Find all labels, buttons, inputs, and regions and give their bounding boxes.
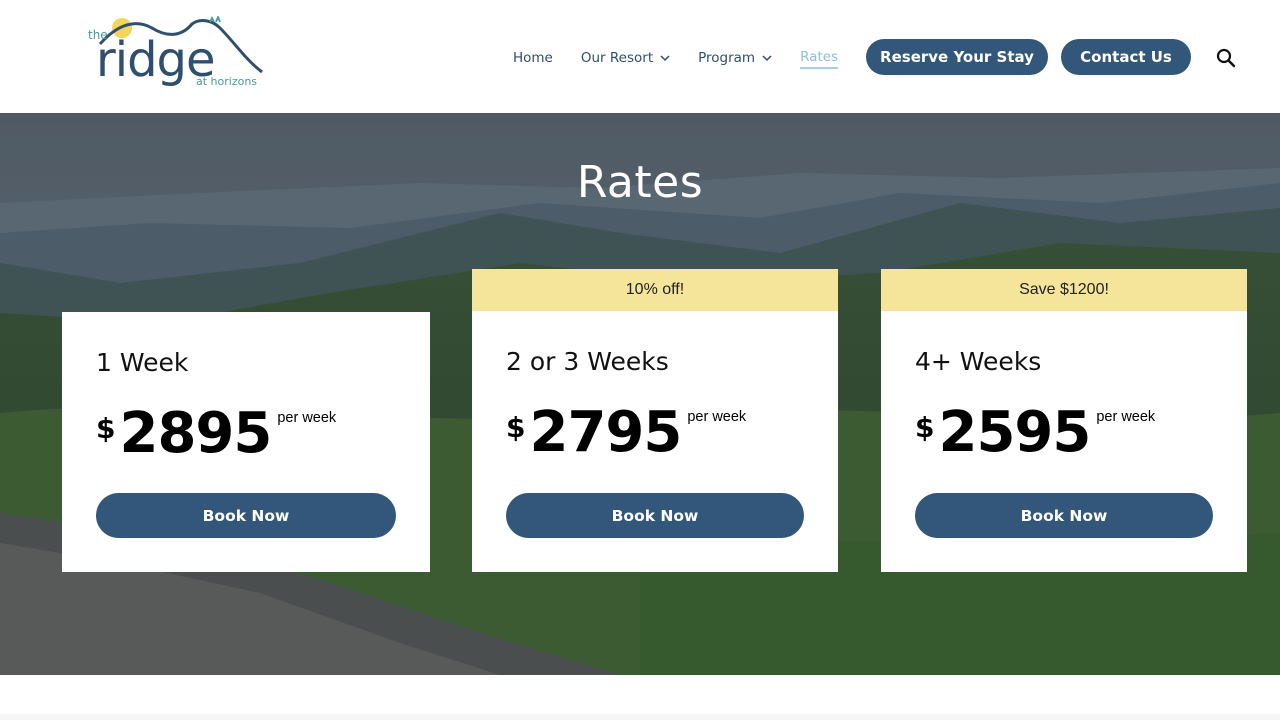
site-logo[interactable]: the ridge at horizons — [86, 14, 266, 90]
book-now-button[interactable]: Book Now — [915, 493, 1213, 538]
nav-item-program[interactable]: Program — [698, 50, 772, 66]
chevron-down-icon — [660, 55, 670, 62]
discount-banner: 10% off! — [472, 269, 838, 311]
nav-item-our-resort[interactable]: Our Resort — [581, 50, 670, 66]
nav-item-label: Rates — [800, 49, 839, 65]
price-unit: per week — [277, 410, 337, 426]
pricing-card-2-3-weeks: 10% off! 2 or 3 Weeks $ 2795 per week Bo… — [472, 269, 838, 572]
nav-item-rates[interactable]: Rates — [800, 49, 839, 69]
nav-item-label: Program — [698, 50, 756, 66]
ridge-logo-mark: the ridge at horizons — [88, 14, 263, 88]
site-header: the ridge at horizons Home Our Resort Pr… — [0, 0, 1280, 113]
currency-symbol: $ — [506, 411, 526, 444]
search-icon[interactable] — [1216, 48, 1236, 68]
book-now-button[interactable]: Book Now — [506, 493, 804, 538]
discount-banner: Save $1200! — [881, 269, 1247, 311]
pricing-card-1-week: 1 Week $ 2895 per week Book Now — [62, 312, 430, 572]
nav-item-label: Home — [513, 50, 553, 66]
pricing-card-price: $ 2595 per week — [915, 405, 1155, 461]
price-unit: per week — [687, 409, 747, 425]
svg-text:at horizons: at horizons — [196, 75, 257, 88]
hero-section: Rates 1 Week $ 2895 per week Book Now 10… — [0, 113, 1280, 675]
divider — [0, 714, 1280, 720]
page-title: Rates — [576, 157, 704, 208]
currency-symbol: $ — [915, 411, 935, 444]
pricing-card-title: 4+ Weeks — [915, 347, 1042, 376]
pricing-card-4-plus-weeks: Save $1200! 4+ Weeks $ 2595 per week Boo… — [881, 269, 1247, 572]
nav-item-home[interactable]: Home — [513, 50, 553, 66]
price-unit: per week — [1096, 409, 1156, 425]
pricing-card-title: 1 Week — [96, 348, 189, 377]
price-amount: 2595 — [938, 400, 1091, 465]
main-nav: Home Our Resort Program Rates — [513, 47, 866, 69]
currency-symbol: $ — [96, 412, 116, 445]
content-below-hero — [0, 675, 1280, 720]
contact-us-button[interactable]: Contact Us — [1061, 39, 1191, 75]
pricing-card-price: $ 2895 per week — [96, 406, 336, 462]
price-amount: 2895 — [119, 401, 272, 466]
pricing-card-price: $ 2795 per week — [506, 405, 746, 461]
nav-item-label: Our Resort — [580, 50, 654, 66]
pricing-card-title: 2 or 3 Weeks — [506, 347, 669, 376]
book-now-button[interactable]: Book Now — [96, 493, 396, 538]
chevron-down-icon — [762, 55, 772, 62]
price-amount: 2795 — [529, 400, 682, 465]
reserve-your-stay-button[interactable]: Reserve Your Stay — [866, 39, 1048, 75]
